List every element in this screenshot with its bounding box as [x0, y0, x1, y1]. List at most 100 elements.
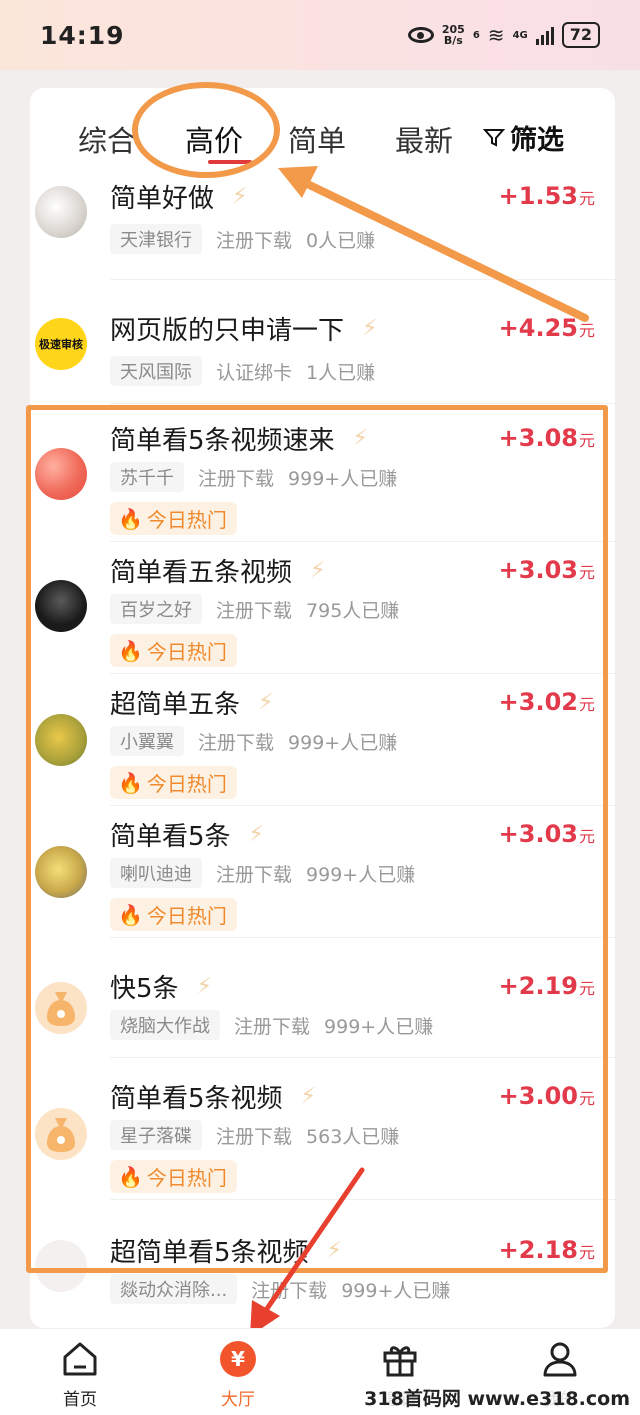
task-title: 超简单看5条视频 — [110, 1238, 309, 1268]
reward-price: +3.03元 — [499, 556, 595, 584]
task-title: 网页版的只申请一下 — [110, 316, 345, 346]
task-title-row: 简单好做 ⚡ — [110, 178, 247, 215]
task-item[interactable]: 超简单看5条视频 ⚡ 燚动众消除... 注册下载 999+人已赚 +2.18元 — [30, 1200, 615, 1328]
task-type: 注册下载 — [216, 229, 293, 252]
task-item[interactable]: 简单看5条视频 ⚡ 星子落碟 注册下载 563人已赚 🔥 今日热门 +3.00元 — [30, 1058, 615, 1200]
active-tab-indicator — [208, 160, 252, 164]
nav-hall[interactable]: ¥ 大厅 — [198, 1339, 278, 1410]
filter-label: 筛选 — [510, 125, 564, 156]
task-meta: 天津银行 注册下载 0人已赚 — [110, 224, 375, 254]
task-title-row: 简单看5条视频 ⚡ — [110, 1078, 316, 1115]
task-title-row: 快5条 ⚡ — [110, 968, 212, 1005]
task-type: 注册下载 — [198, 467, 275, 490]
wifi-label: 6 — [472, 29, 480, 41]
tab-bar: 综合 高价 简单 最新 筛选 — [30, 118, 615, 168]
task-meta: 小翼翼 注册下载 999+人已赚 — [110, 726, 397, 756]
tab-comprehensive[interactable]: 综合 — [78, 118, 136, 160]
task-item[interactable]: 快5条 ⚡ 烧脑大作战 注册下载 999+人已赚 +2.19元 — [30, 938, 615, 1058]
hot-today-badge: 🔥 今日热门 — [110, 766, 237, 799]
status-time: 14:19 — [40, 20, 125, 50]
task-type: 注册下载 — [216, 863, 293, 886]
task-meta: 苏千千 注册下载 999+人已赚 — [110, 462, 397, 492]
yuan-coin-icon: ¥ — [220, 1341, 256, 1377]
nav-label: 大厅 — [221, 1390, 255, 1410]
task-type: 认证绑卡 — [216, 361, 293, 384]
merchant-tag: 苏千千 — [110, 462, 184, 492]
earned-count: 999+人已赚 — [341, 1279, 451, 1302]
flame-icon: 🔥 — [118, 638, 143, 663]
photo-avatar-icon — [35, 186, 87, 238]
reward-price: +3.03元 — [499, 820, 595, 848]
earned-count: 795人已赚 — [306, 599, 400, 622]
gift-icon — [380, 1339, 420, 1379]
task-title: 超简单五条 — [110, 690, 241, 720]
currency-unit: 元 — [578, 321, 595, 340]
task-title-row: 网页版的只申请一下 ⚡ — [110, 310, 377, 347]
lightning-icon: ⚡ — [300, 1084, 316, 1109]
tab-simple[interactable]: 简单 — [288, 118, 346, 160]
reward-price: +2.18元 — [499, 1236, 595, 1264]
price-value: +3.03 — [498, 556, 578, 584]
lightning-icon: ⚡ — [248, 822, 264, 847]
photo-avatar-icon — [35, 1240, 87, 1292]
flame-icon: 🔥 — [118, 902, 143, 927]
user-icon — [540, 1339, 580, 1379]
task-item[interactable]: 简单看5条 ⚡ 喇叭迪迪 注册下载 999+人已赚 🔥 今日热门 +3.03元 — [30, 806, 615, 938]
hot-label: 今日热门 — [146, 772, 227, 796]
durian-avatar-icon — [35, 714, 87, 766]
lightning-icon: ⚡ — [362, 316, 378, 341]
price-value: +3.03 — [498, 820, 578, 848]
hot-label: 今日热门 — [146, 1166, 227, 1190]
task-item[interactable]: 极速审核 网页版的只申请一下 ⚡ 天风国际 认证绑卡 1人已赚 +4.25元 — [30, 280, 615, 404]
task-title-row: 简单看5条视频速来 ⚡ — [110, 420, 368, 457]
merchant-tag: 天风国际 — [110, 356, 202, 386]
tab-high-price[interactable]: 高价 — [185, 118, 243, 160]
earned-count: 563人已赚 — [306, 1125, 400, 1148]
hot-today-badge: 🔥 今日热门 — [110, 634, 237, 667]
merchant-tag: 燚动众消除... — [110, 1274, 238, 1304]
task-meta: 百岁之好 注册下载 795人已赚 — [110, 594, 399, 624]
task-meta: 燚动众消除... 注册下载 999+人已赚 — [110, 1274, 450, 1304]
task-type: 注册下载 — [216, 599, 293, 622]
hot-today-badge: 🔥 今日热门 — [110, 1160, 237, 1193]
task-item[interactable]: 超简单五条 ⚡ 小翼翼 注册下载 999+人已赚 🔥 今日热门 +3.02元 — [30, 674, 615, 806]
lightning-icon: ⚡ — [258, 690, 274, 715]
battery-indicator: 72 — [561, 22, 600, 48]
tab-latest[interactable]: 最新 — [395, 118, 453, 160]
hot-label: 今日热门 — [146, 904, 227, 928]
currency-unit: 元 — [578, 563, 595, 582]
earned-count: 1人已赚 — [306, 361, 376, 384]
task-title-row: 简单看5条 ⚡ — [110, 816, 264, 853]
merchant-tag: 小翼翼 — [110, 726, 184, 756]
earned-count: 999+人已赚 — [324, 1015, 434, 1038]
reward-price: +2.19元 — [499, 972, 595, 1000]
merchant-tag: 烧脑大作战 — [110, 1010, 220, 1040]
merchant-tag: 星子落碟 — [110, 1120, 202, 1150]
nav-home[interactable]: 首页 — [40, 1339, 120, 1410]
signal-type: 4G — [512, 29, 528, 41]
currency-unit: 元 — [578, 979, 595, 998]
task-type: 注册下载 — [234, 1015, 311, 1038]
lightning-icon: ⚡ — [310, 558, 326, 583]
task-item[interactable]: 简单看5条视频速来 ⚡ 苏千千 注册下载 999+人已赚 🔥 今日热门 +3.08元 — [30, 404, 615, 542]
task-item[interactable]: 简单好做 ⚡ 天津银行 注册下载 0人已赚 +1.53元 — [30, 176, 615, 280]
photo-avatar-icon — [35, 448, 87, 500]
reward-price: +3.02元 — [499, 688, 595, 716]
lightning-icon: ⚡ — [232, 184, 248, 209]
currency-unit: 元 — [578, 189, 595, 208]
price-value: +3.08 — [498, 424, 578, 452]
filter-button[interactable]: 筛选 — [482, 118, 564, 157]
task-title: 简单看5条视频 — [110, 1084, 283, 1114]
status-bar: 14:19 205 B/s 6 ≋ 4G 72 — [0, 0, 640, 70]
status-icons: 205 B/s 6 ≋ 4G 72 — [407, 22, 600, 48]
task-item[interactable]: 简单看五条视频 ⚡ 百岁之好 注册下载 795人已赚 🔥 今日热门 +3.03元 — [30, 542, 615, 674]
task-title: 简单看五条视频 — [110, 558, 293, 588]
task-title: 快5条 — [110, 974, 179, 1004]
currency-unit: 元 — [578, 431, 595, 450]
lightning-icon: ⚡ — [196, 974, 212, 999]
task-type: 注册下载 — [216, 1125, 293, 1148]
logo-avatar-icon: 极速审核 — [35, 318, 87, 370]
eye-comfort-icon — [407, 27, 434, 43]
hot-today-badge: 🔥 今日热门 — [110, 898, 237, 931]
hot-label: 今日热门 — [146, 640, 227, 664]
